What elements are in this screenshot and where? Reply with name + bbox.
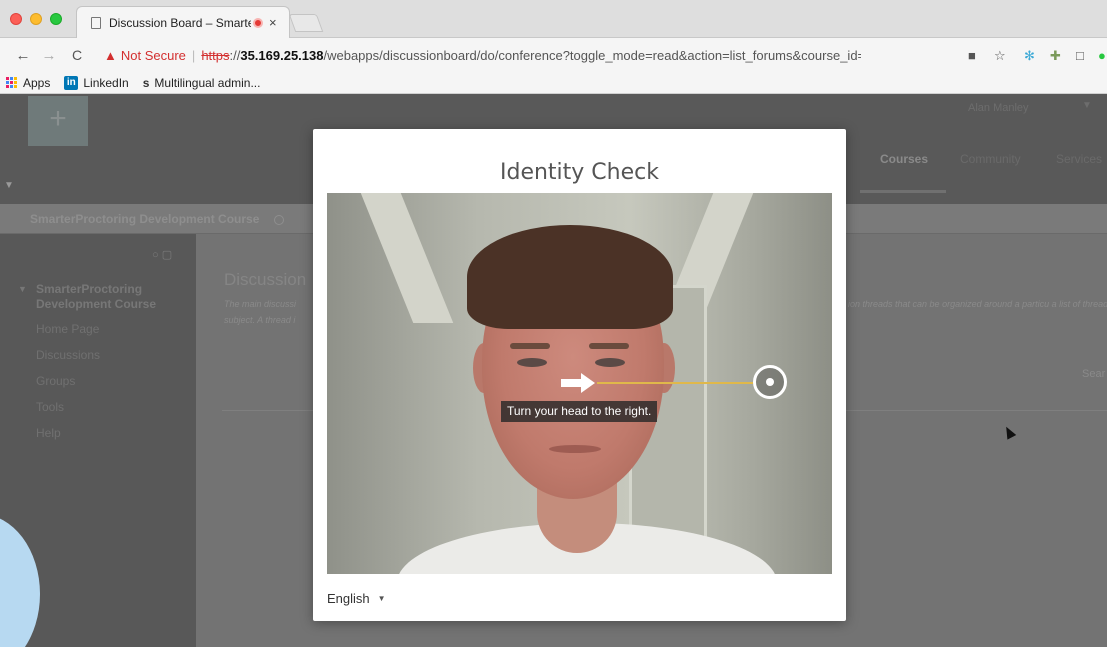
person-mouth	[549, 445, 601, 453]
right-arrow-icon	[561, 373, 597, 393]
sidebar-item-home[interactable]: Home Page	[36, 322, 99, 336]
tab-close-icon[interactable]: ×	[269, 15, 277, 30]
window-minimize-button[interactable]	[30, 13, 42, 25]
chevron-down-icon[interactable]: ▼	[18, 284, 27, 294]
head-turn-guide-line	[597, 382, 753, 384]
course-menu-icon[interactable]	[274, 215, 284, 225]
url-path: /webapps/discussionboard/do/conference?t…	[323, 47, 861, 63]
address-bar: ← → C ▲ Not Secure | https://35.169.25.1…	[0, 38, 1107, 72]
page-description-left: The main discussi subject. A thread i	[224, 299, 297, 325]
extension-puzzle-icon[interactable]: ✚	[1050, 48, 1061, 64]
extension-green-icon[interactable]: ●	[1098, 48, 1106, 63]
browser-tab[interactable]: Discussion Board – Smarter ×	[76, 6, 290, 38]
bookmark-label: LinkedIn	[83, 75, 129, 90]
tab-title: Discussion Board – Smarter	[109, 15, 251, 30]
tab-services[interactable]: Services	[1056, 152, 1102, 166]
multilingual-icon: s	[142, 75, 150, 90]
bookmark-linkedin[interactable]: in LinkedIn	[64, 75, 129, 90]
sidebar-item-tools[interactable]: Tools	[36, 400, 64, 414]
extension-snowflake-icon[interactable]: ✻	[1024, 48, 1035, 64]
language-select[interactable]: English ▼	[327, 591, 386, 606]
person-eyebrow	[589, 343, 629, 349]
page-title: Discussion	[224, 270, 307, 289]
bookmark-label: Apps	[23, 75, 51, 90]
url-divider: |	[191, 47, 196, 63]
active-tab-indicator	[860, 190, 946, 193]
bookmark-multilingual[interactable]: s Multilingual admin...	[143, 76, 261, 90]
new-tab-button[interactable]	[288, 14, 324, 32]
search-link[interactable]: Sear	[1082, 368, 1105, 380]
course-breadcrumb[interactable]: SmarterProctoring Development Course	[30, 212, 259, 226]
page-description-right: ion threads that can be organized around…	[848, 299, 1107, 309]
modal-title: Identity Check	[500, 160, 659, 185]
bookmark-apps[interactable]: Apps	[6, 76, 50, 90]
person-hair	[467, 225, 673, 329]
recording-icon	[253, 17, 263, 28]
not-secure-label[interactable]: Not Secure	[121, 48, 186, 63]
sidebar-item-groups[interactable]: Groups	[36, 374, 75, 388]
tab-courses[interactable]: Courses	[880, 152, 928, 166]
back-arrow-icon[interactable]: ←	[14, 47, 32, 64]
menu-toggle-icon[interactable]: ▼	[4, 180, 14, 191]
bookmarks-bar: Apps in LinkedIn s Multilingual admin...	[0, 72, 1107, 94]
caret-down-icon[interactable]: ▼	[1082, 100, 1092, 111]
bookmark-label: Multilingual admin...	[154, 75, 261, 90]
person-eye	[595, 358, 625, 367]
window-close-button[interactable]	[10, 13, 22, 25]
target-icon	[753, 365, 787, 399]
user-name[interactable]: Alan Manley	[968, 102, 1029, 114]
url-separator: ://	[229, 47, 241, 63]
url-host: 35.169.25.138	[240, 47, 324, 63]
extension-square-icon[interactable]: □	[1076, 48, 1084, 63]
sidebar-item-discussions[interactable]: Discussions	[36, 348, 100, 362]
tab-community[interactable]: Community	[960, 152, 1021, 166]
linkedin-icon: in	[64, 75, 79, 90]
url-scheme: https	[201, 47, 230, 63]
instruction-tooltip: Turn your head to the right.	[501, 401, 658, 422]
camera-icon[interactable]: ■	[968, 48, 976, 63]
webcam-feed: Turn your head to the right.	[327, 193, 832, 574]
forward-arrow-icon[interactable]: →	[40, 47, 58, 64]
language-label: English	[327, 591, 370, 606]
apps-grid-icon	[6, 76, 18, 89]
identity-check-modal: Identity Check Turn your head to the rig…	[313, 129, 846, 621]
url-field[interactable]: https://35.169.25.138/webapps/discussion…	[201, 48, 861, 63]
site-logo[interactable]: +	[28, 96, 88, 146]
reload-icon[interactable]: C	[68, 47, 86, 63]
person-eye	[517, 358, 547, 367]
caret-down-icon: ▼	[377, 594, 386, 603]
warning-icon: ▲	[104, 47, 117, 63]
document-icon	[91, 16, 101, 29]
sidebar-course-title[interactable]: SmarterProctoring Development Course	[36, 282, 186, 312]
sidebar-tools-icon[interactable]: ○ ▢	[152, 248, 172, 261]
person-eyebrow	[510, 343, 550, 349]
bookmark-star-icon[interactable]: ☆	[994, 48, 1006, 64]
browser-tab-bar: Discussion Board – Smarter ×	[0, 0, 1107, 38]
window-maximize-button[interactable]	[50, 13, 62, 25]
sidebar-item-help[interactable]: Help	[36, 426, 61, 440]
